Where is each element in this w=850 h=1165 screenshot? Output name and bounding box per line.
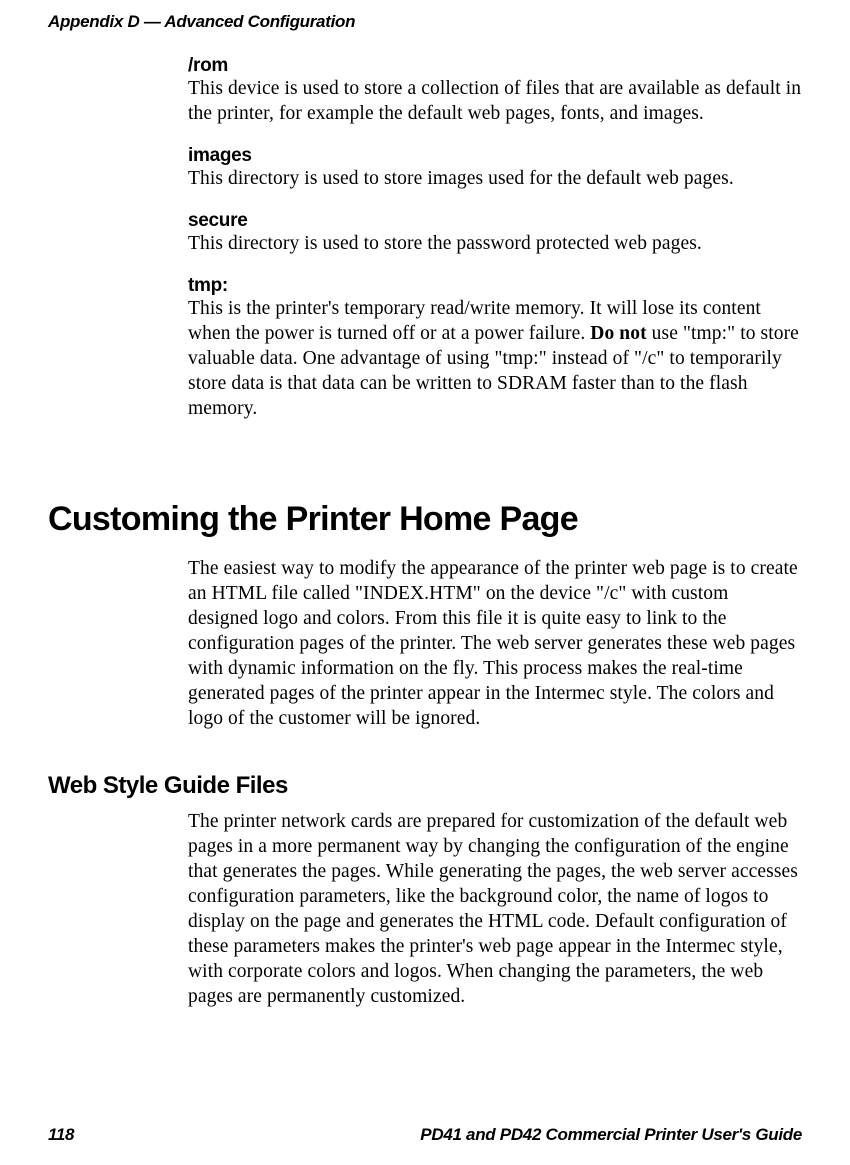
footer-title: PD41 and PD42 Commercial Printer User's …	[420, 1125, 802, 1145]
web-style-block: The printer network cards are prepared f…	[188, 810, 802, 1010]
term-tmp: tmp:	[188, 275, 802, 297]
heading-web-style: Web Style Guide Files	[48, 772, 288, 800]
heading-customing: Customing the Printer Home Page	[48, 500, 578, 539]
tmp-bold: Do not	[590, 323, 646, 344]
para-web: The printer network cards are prepared f…	[188, 810, 802, 1010]
term-rom: /rom	[188, 55, 802, 77]
desc-tmp: This is the printer's temporary read/wri…	[188, 297, 802, 422]
desc-images: This directory is used to store images u…	[188, 167, 802, 192]
term-images: images	[188, 145, 802, 167]
customing-block: The easiest way to modify the appearance…	[188, 557, 802, 732]
definitions-block: /rom This device is used to store a coll…	[188, 55, 802, 422]
desc-secure: This directory is used to store the pass…	[188, 232, 802, 257]
page-header: Appendix D — Advanced Configuration	[48, 12, 355, 32]
page-number: 118	[48, 1125, 74, 1145]
desc-rom: This device is used to store a collectio…	[188, 77, 802, 127]
term-secure: secure	[188, 210, 802, 232]
para-customing: The easiest way to modify the appearance…	[188, 557, 802, 732]
